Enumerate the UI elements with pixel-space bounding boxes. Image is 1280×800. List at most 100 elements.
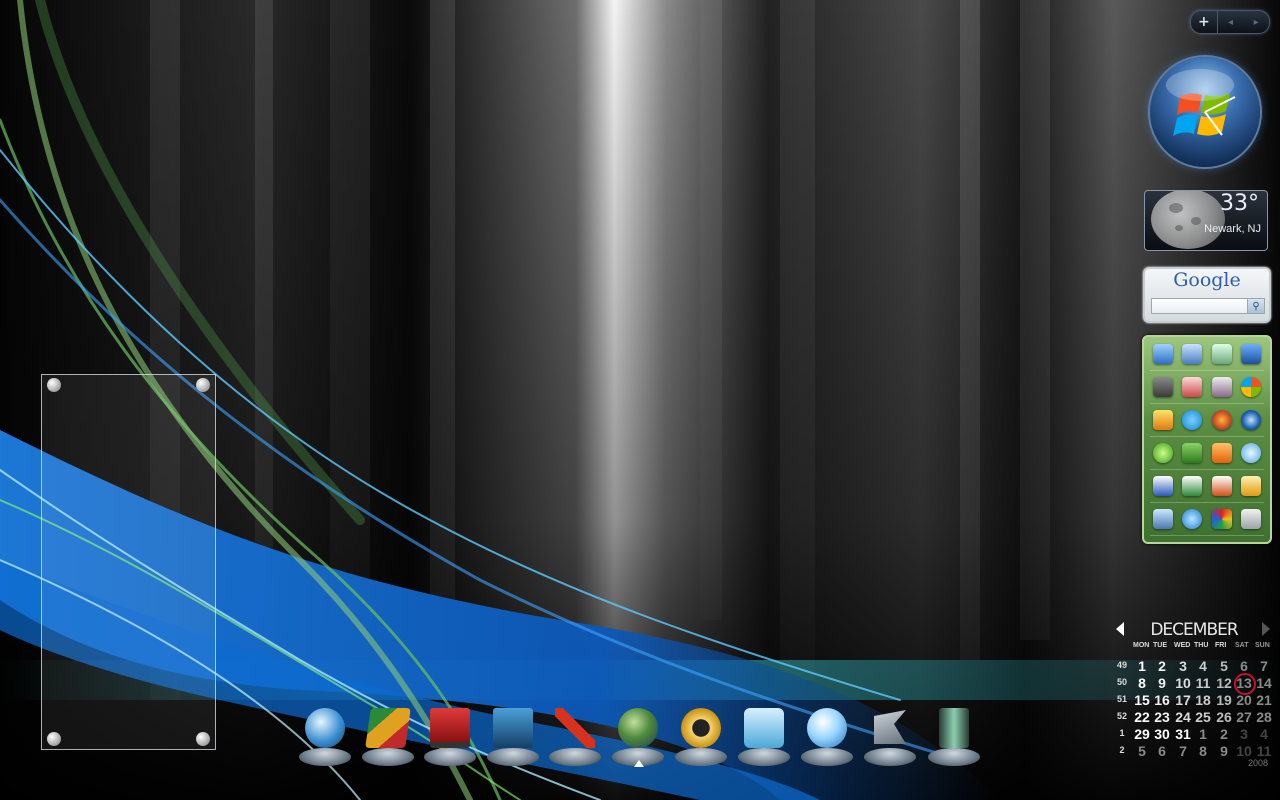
itunes-dock-item[interactable] bbox=[799, 706, 855, 766]
media-player-icon[interactable] bbox=[1211, 443, 1232, 463]
calendar-day[interactable]: 2 bbox=[1152, 658, 1172, 674]
calendar-day[interactable]: 5 bbox=[1132, 743, 1152, 759]
calendar-day[interactable]: 26 bbox=[1214, 709, 1234, 725]
week-number: 52 bbox=[1116, 711, 1127, 721]
color-icon[interactable] bbox=[1211, 509, 1232, 529]
network-icon[interactable] bbox=[1182, 344, 1203, 364]
terminal-dock-item[interactable] bbox=[862, 706, 918, 766]
red-folder-dock-item[interactable] bbox=[422, 706, 478, 766]
weather-gadget[interactable]: 33° Newark, NJ bbox=[1144, 190, 1268, 251]
google-search-input[interactable] bbox=[1151, 298, 1248, 314]
calendar-day[interactable]: 7 bbox=[1254, 658, 1274, 674]
dock-shelf bbox=[487, 748, 539, 766]
calendar-day[interactable]: 7 bbox=[1173, 743, 1193, 759]
powerpoint-icon[interactable] bbox=[1211, 476, 1232, 496]
computer-icon[interactable] bbox=[1152, 344, 1173, 364]
globe-icon[interactable] bbox=[1241, 410, 1262, 430]
launcher-row bbox=[1148, 472, 1266, 503]
calendar-day[interactable]: 4 bbox=[1193, 658, 1213, 674]
media-center-icon[interactable] bbox=[1152, 443, 1173, 463]
weather-temperature: 33° bbox=[1220, 191, 1259, 216]
calendar-day[interactable]: 30 bbox=[1152, 726, 1172, 742]
pen-icon[interactable] bbox=[1152, 377, 1173, 397]
previous-page-button[interactable]: ◂ bbox=[1218, 11, 1244, 33]
next-month-button[interactable] bbox=[1262, 622, 1270, 636]
calendar-day[interactable]: 23 bbox=[1152, 709, 1172, 725]
calendar-day[interactable]: 20 bbox=[1234, 692, 1254, 708]
firefox-icon[interactable] bbox=[1211, 410, 1232, 430]
calendar-day[interactable]: 16 bbox=[1152, 692, 1172, 708]
calendar-day[interactable]: 27 bbox=[1234, 709, 1254, 725]
next-page-button[interactable]: ▸ bbox=[1243, 11, 1269, 33]
windows-orb-clock[interactable] bbox=[1150, 57, 1260, 167]
calendar-day[interactable]: 25 bbox=[1193, 709, 1213, 725]
calendar-day[interactable]: 6 bbox=[1152, 743, 1172, 759]
previous-month-button[interactable] bbox=[1116, 622, 1124, 636]
calendar-day[interactable]: 12 bbox=[1214, 675, 1234, 691]
weather-location: Newark, NJ bbox=[1204, 223, 1261, 235]
calendar-day[interactable]: 3 bbox=[1173, 658, 1193, 674]
calendar-day[interactable]: 15 bbox=[1132, 692, 1152, 708]
calendar-day[interactable]: 14 bbox=[1254, 675, 1274, 691]
calendar-day[interactable]: 8 bbox=[1132, 675, 1152, 691]
calculator-icon[interactable] bbox=[1241, 509, 1262, 529]
picture-frame-gadget[interactable] bbox=[41, 374, 216, 750]
finder-dock-item[interactable] bbox=[297, 706, 353, 766]
info-icon[interactable] bbox=[1241, 344, 1262, 364]
calendar-day[interactable]: 17 bbox=[1173, 692, 1193, 708]
screw-icon bbox=[47, 378, 61, 392]
calendar-day[interactable]: 11 bbox=[1254, 743, 1274, 759]
excel-icon[interactable] bbox=[1182, 476, 1203, 496]
weekday-header: MON bbox=[1133, 642, 1150, 649]
calendar-day[interactable]: 5 bbox=[1214, 658, 1234, 674]
calendar-day[interactable]: 22 bbox=[1132, 709, 1152, 725]
calendar-day[interactable]: 11 bbox=[1193, 675, 1213, 691]
pencil-ruler-dock-item[interactable] bbox=[547, 706, 603, 766]
calendar-day[interactable]: 21 bbox=[1254, 692, 1274, 708]
ie-icon[interactable] bbox=[1182, 509, 1203, 529]
launcher-row bbox=[1148, 439, 1266, 470]
display-icon[interactable] bbox=[1152, 509, 1173, 529]
ring-dock-item[interactable] bbox=[673, 706, 729, 766]
calendar-day[interactable]: 8 bbox=[1193, 743, 1213, 759]
paint-icon[interactable] bbox=[1182, 377, 1203, 397]
calendar-day[interactable]: 31 bbox=[1173, 726, 1193, 742]
calendar-day[interactable]: 10 bbox=[1173, 675, 1193, 691]
calendar-day[interactable]: 19 bbox=[1214, 692, 1234, 708]
calendar-day[interactable]: 1 bbox=[1132, 658, 1152, 674]
word-icon[interactable] bbox=[1152, 476, 1173, 496]
calendar-day[interactable]: 29 bbox=[1132, 726, 1152, 742]
dock-shelf bbox=[928, 748, 980, 766]
itunes-icon[interactable] bbox=[1241, 443, 1262, 463]
weekday-header: SAT bbox=[1235, 642, 1249, 649]
messenger-icon[interactable] bbox=[1152, 410, 1173, 430]
screw-icon bbox=[47, 732, 61, 746]
outlook-icon[interactable] bbox=[1241, 476, 1262, 496]
sidebar-controls: + ◂ ▸ bbox=[1190, 10, 1270, 34]
skype-icon[interactable] bbox=[1182, 410, 1203, 430]
calendar-day[interactable]: 6 bbox=[1234, 658, 1254, 674]
windows-icon[interactable] bbox=[1241, 377, 1262, 397]
globe-dock-item[interactable] bbox=[610, 706, 666, 766]
downloads-folder-dock-item[interactable] bbox=[485, 706, 541, 766]
dock-shelf bbox=[424, 748, 476, 766]
calendar-day[interactable]: 3 bbox=[1234, 726, 1254, 742]
calendar-day[interactable]: 9 bbox=[1152, 675, 1172, 691]
google-search-button[interactable]: ⚲ bbox=[1247, 298, 1265, 314]
camera-home-icon[interactable] bbox=[1211, 377, 1232, 397]
recycle-bin-icon[interactable] bbox=[1211, 344, 1232, 364]
word-w-dock-item[interactable] bbox=[736, 706, 792, 766]
calendar-day[interactable]: 1 bbox=[1193, 726, 1213, 742]
utorrent-icon[interactable] bbox=[1182, 443, 1203, 463]
calendar-day[interactable]: 2 bbox=[1214, 726, 1234, 742]
calendar-day[interactable]: 24 bbox=[1173, 709, 1193, 725]
calendar-day[interactable]: 28 bbox=[1254, 709, 1274, 725]
calendar-day[interactable]: 10 bbox=[1234, 743, 1254, 759]
trash-dock-item[interactable] bbox=[926, 706, 982, 766]
dock-shelf bbox=[801, 748, 853, 766]
calendar-day[interactable]: 18 bbox=[1193, 692, 1213, 708]
calendar-day[interactable]: 4 bbox=[1254, 726, 1274, 742]
add-gadget-button[interactable]: + bbox=[1191, 11, 1217, 33]
calendar-day[interactable]: 9 bbox=[1214, 743, 1234, 759]
paint-box-dock-item[interactable] bbox=[360, 706, 416, 766]
